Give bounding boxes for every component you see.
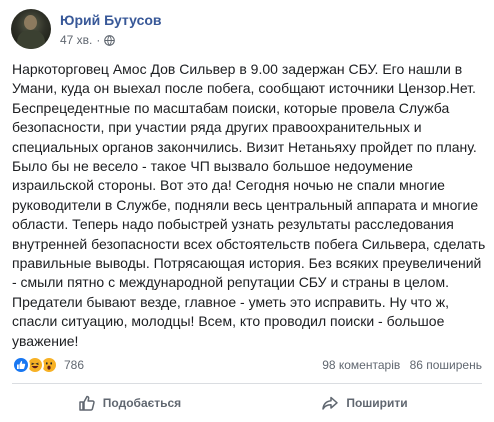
post-text-line: области. Теперь надо побыстрей узнать ре… (12, 216, 454, 233)
reactions-summary[interactable]: 786 (12, 356, 84, 374)
post-text-line: специальных органов закончились. Визит Н… (12, 138, 477, 155)
share-button[interactable]: Поширити (247, 385, 482, 421)
post-time[interactable]: 47 хв. (60, 33, 92, 47)
post-text-line: Предатели бывают везде, главное - уметь … (12, 293, 449, 310)
thumbs-up-glyph (17, 361, 26, 369)
wow-face-glyph (45, 362, 53, 370)
reactions-count[interactable]: 786 (64, 358, 84, 372)
post-stats: 786 98 коментарів 86 поширень (12, 354, 482, 376)
post-text-line: Было бы не весело - такое ЧП вызвало бол… (12, 158, 413, 175)
thumbs-up-icon (79, 395, 95, 411)
share-arrow-icon (322, 396, 339, 410)
post-text-line: спасли ситуацию, молодцы! Всем, кто пров… (12, 313, 445, 330)
like-button[interactable]: Подобається (12, 385, 247, 421)
post-text-line: безопасности, при участии ряда других пр… (12, 119, 422, 136)
post-text-line: израильской стороны. Вот это да! Сегодня… (12, 177, 445, 194)
author-name[interactable]: Юрий Бутусов (60, 12, 162, 28)
share-button-label: Поширити (346, 396, 408, 410)
meta-separator: · (96, 33, 101, 47)
post-text-line: - смыли пятно с международной репутации … (12, 274, 449, 291)
post-text-line: Наркоторговец Амос Дов Сильвер в 9.00 за… (12, 61, 463, 77)
post-body: Наркоторговец Амос Дов Сильвер в 9.00 за… (12, 60, 486, 351)
action-bar: Подобається Поширити (12, 385, 482, 421)
haha-face-glyph (31, 362, 39, 369)
post-header: Юрий Бутусов 47 хв. · (11, 9, 481, 53)
avatar-head (24, 15, 37, 30)
avatar-body (17, 30, 45, 49)
post-text-line: правильные выводы. Потрясающая история. … (12, 255, 482, 272)
post-text-line: Беспрецедентные по масштабам поиски, кот… (12, 99, 450, 116)
comments-count[interactable]: 98 коментарів (322, 358, 400, 372)
post-text-line: внутренней безопасности всех обстоятельс… (12, 235, 486, 252)
like-button-label: Подобається (102, 396, 182, 410)
actions-divider (12, 383, 482, 384)
post-text-line: уважение! (12, 332, 79, 349)
shares-count[interactable]: 86 поширень (410, 358, 482, 372)
avatar[interactable] (11, 9, 51, 49)
globe-icon[interactable] (104, 34, 116, 46)
post-text-line: руководители в Службе, подняли весь цент… (12, 196, 479, 213)
post-text-line: Умани, куда он выехал после побега, сооб… (12, 80, 476, 97)
like-reaction-icon (12, 356, 30, 374)
engagement-counts: 98 коментарів 86 поширень (316, 358, 482, 372)
post-meta: 47 хв. · (60, 33, 116, 47)
